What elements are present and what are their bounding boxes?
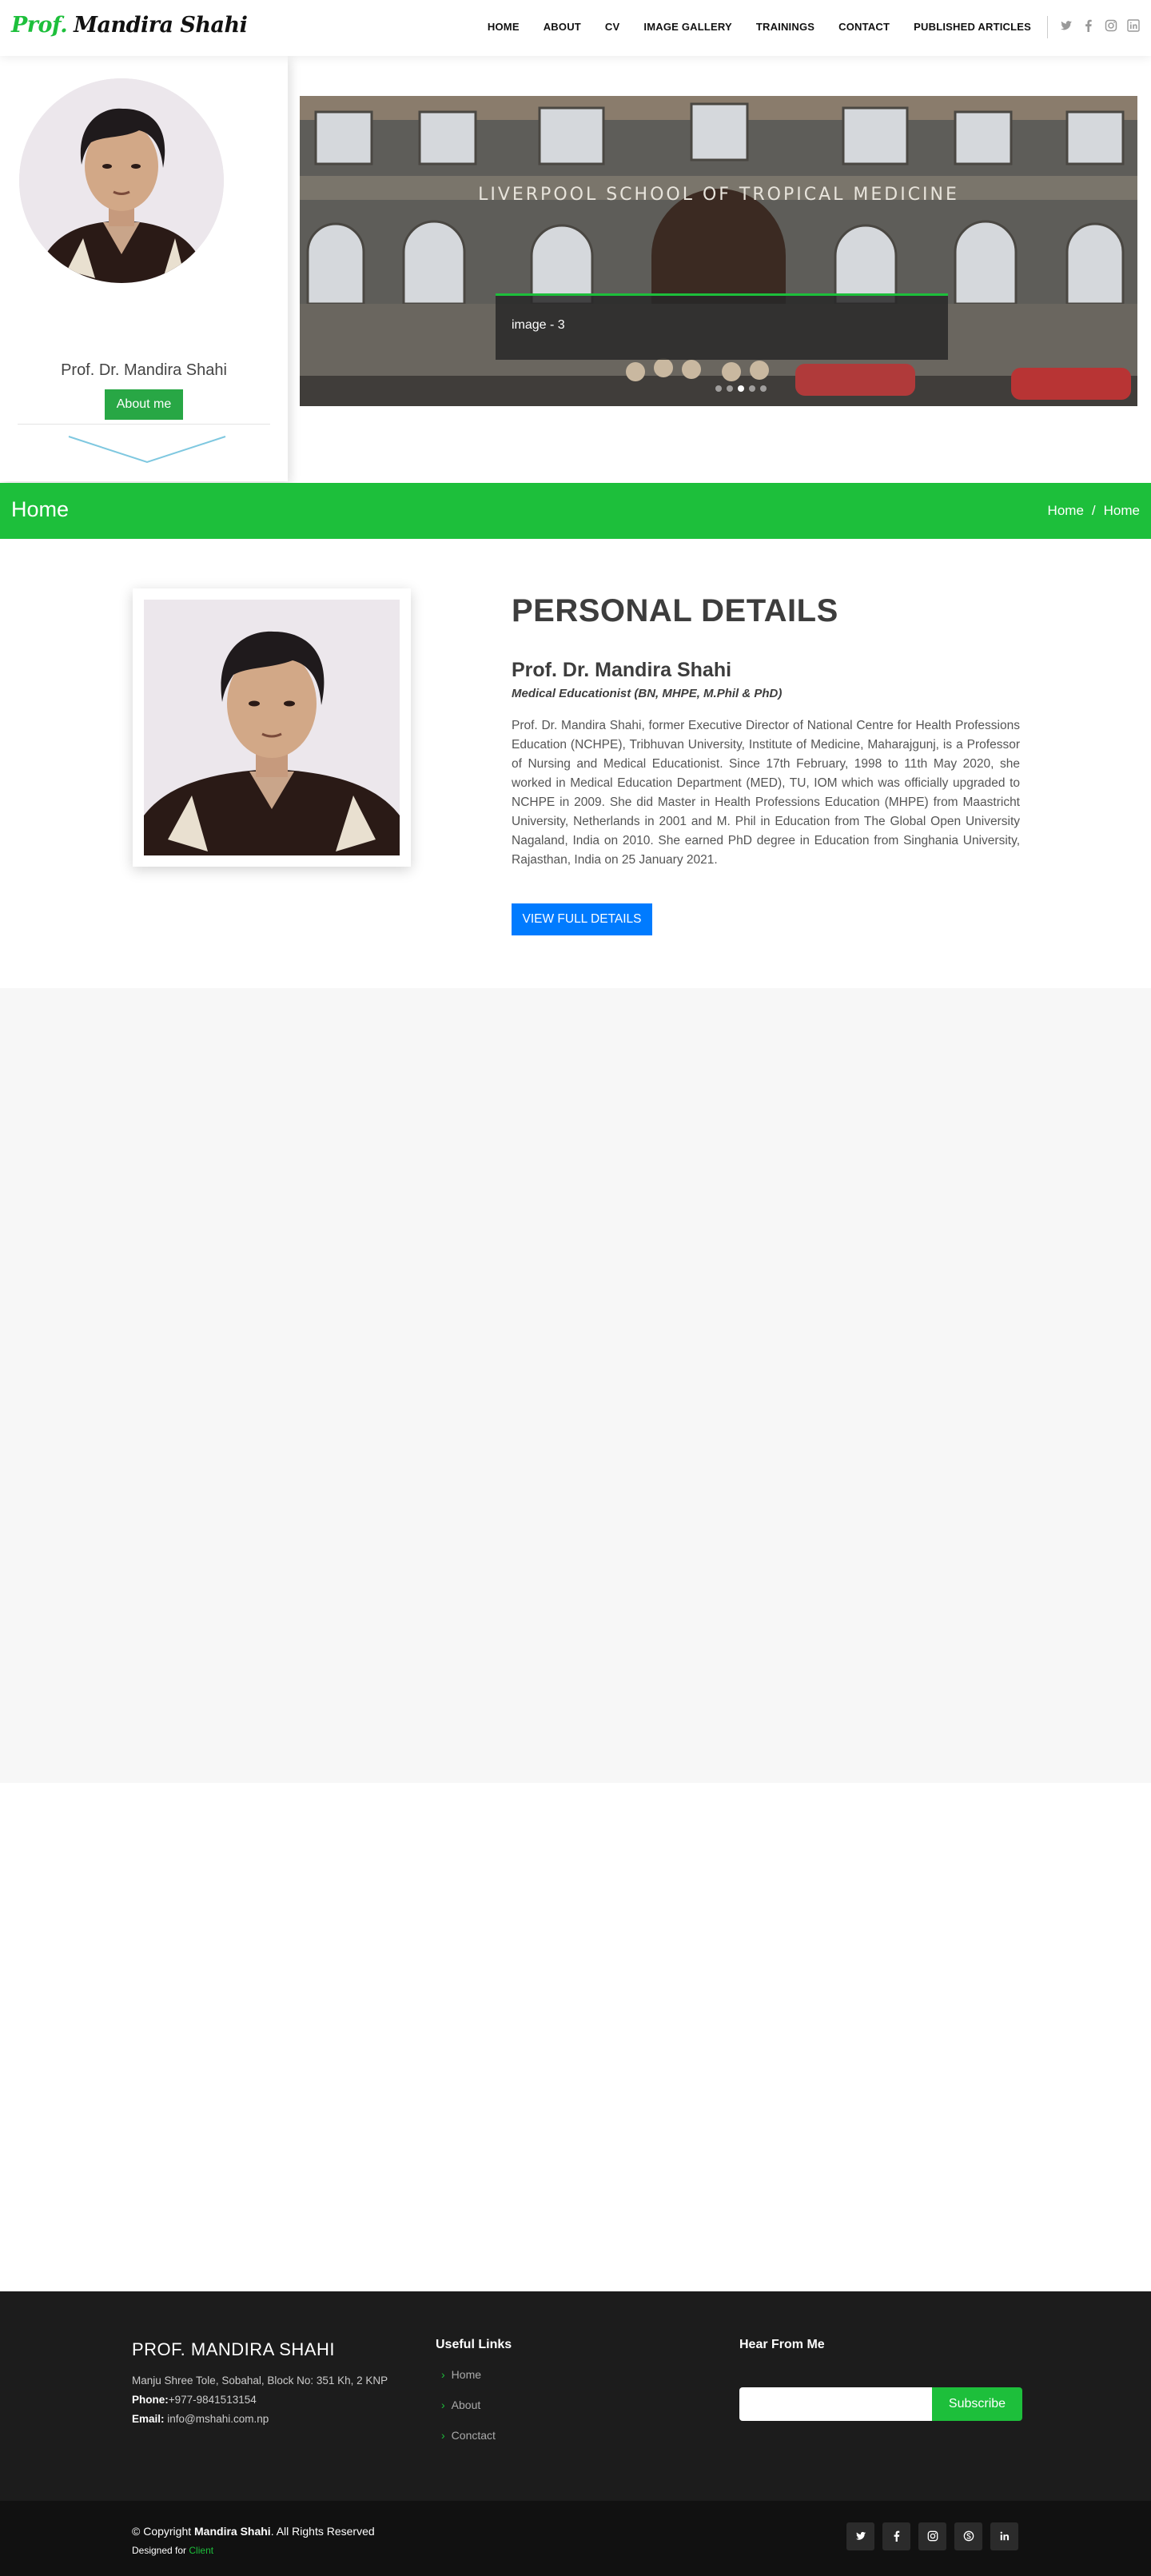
designed-prefix: Designed for xyxy=(132,2545,187,2556)
slider-caption: image - 3 xyxy=(496,293,948,360)
instagram-icon[interactable] xyxy=(1105,19,1117,32)
footer-email[interactable]: info@mshahi.com.np xyxy=(167,2413,269,2425)
nav-published-articles[interactable]: PUBLISHED ARTICLES xyxy=(914,21,1031,33)
about-me-button[interactable]: About me xyxy=(105,389,183,420)
copyright-prefix: © Copyright xyxy=(132,2525,192,2538)
logo-prefix: Prof. xyxy=(11,13,68,38)
slider-dot[interactable] xyxy=(715,385,722,392)
slider-dots xyxy=(715,385,767,392)
skype-icon[interactable] xyxy=(954,2522,982,2550)
portrait-photo xyxy=(144,600,400,855)
portrait-frame xyxy=(133,588,411,867)
content-section xyxy=(0,988,1151,1783)
instagram-icon[interactable] xyxy=(918,2522,946,2550)
logo-name: Mandira Shahi xyxy=(74,13,248,38)
copyright-name: Mandira Shahi xyxy=(194,2525,271,2538)
hear-from-me-title: Hear From Me xyxy=(739,2338,825,2351)
image-slider[interactable]: LIVERPOOL SCHOOL OF TROPICAL MEDICINE im… xyxy=(300,96,1137,406)
personal-name: Prof. Dr. Mandira Shahi xyxy=(512,659,732,681)
nav-divider xyxy=(1047,16,1048,38)
nav-image-gallery[interactable]: IMAGE GALLERY xyxy=(643,21,731,33)
nav-cv[interactable]: CV xyxy=(605,21,619,33)
profile-card: Prof. Dr. Mandira Shahi About me xyxy=(0,56,288,481)
slider-dot[interactable] xyxy=(749,385,755,392)
profile-name: Prof. Dr. Mandira Shahi xyxy=(61,361,227,379)
main-nav: HOME ABOUT CV IMAGE GALLERY TRAININGS CO… xyxy=(488,21,1031,33)
footer-link-contact[interactable]: Conctact xyxy=(452,2429,496,2442)
personal-bio: Prof. Dr. Mandira Shahi, former Executiv… xyxy=(512,719,1020,867)
copyright-text: © Copyright Mandira Shahi. All Rights Re… xyxy=(132,2525,375,2538)
footer-link-home[interactable]: Home xyxy=(452,2368,481,2381)
chevron-down-icon xyxy=(68,436,226,464)
facebook-icon[interactable] xyxy=(1082,19,1095,32)
chevron-right-icon: › xyxy=(441,2429,445,2442)
footer-contact: Manju Shree Tole, Sobahal, Block No: 351… xyxy=(132,2371,388,2429)
footer-link-about[interactable]: About xyxy=(452,2399,481,2411)
copyright-suffix: . All Rights Reserved xyxy=(270,2525,375,2538)
useful-links-title: Useful Links xyxy=(436,2338,512,2351)
site-header: Prof. Mandira Shahi HOME ABOUT CV IMAGE G… xyxy=(0,0,1151,56)
chevron-right-icon: › xyxy=(441,2368,445,2381)
breadcrumb-home[interactable]: Home xyxy=(1048,503,1084,519)
page-title-bar: Home Home / Home xyxy=(0,483,1151,539)
footer-address: Manju Shree Tole, Sobahal, Block No: 351… xyxy=(132,2375,388,2387)
copyright-bar: © Copyright Mandira Shahi. All Rights Re… xyxy=(0,2501,1151,2576)
building-sign: LIVERPOOL SCHOOL OF TROPICAL MEDICINE xyxy=(478,185,959,205)
chevron-right-icon: › xyxy=(441,2399,445,2411)
site-logo[interactable]: Prof. Mandira Shahi xyxy=(11,13,248,38)
caption-text: image - 3 xyxy=(512,318,565,332)
twitter-icon[interactable] xyxy=(1060,19,1073,32)
linkedin-icon[interactable] xyxy=(990,2522,1018,2550)
twitter-icon[interactable] xyxy=(846,2522,874,2550)
breadcrumb: Home / Home xyxy=(1048,503,1140,519)
linkedin-icon[interactable] xyxy=(1127,19,1140,32)
subscribe-button[interactable]: Subscribe xyxy=(932,2387,1022,2421)
slider-dot[interactable] xyxy=(760,385,767,392)
personal-role: Medical Educationist (BN, MHPE, M.Phil &… xyxy=(512,687,783,700)
divider xyxy=(18,424,270,425)
footer-social xyxy=(846,2522,1018,2550)
nav-trainings[interactable]: TRAININGS xyxy=(756,21,814,33)
phone-label: Phone: xyxy=(132,2394,169,2406)
footer-brand: PROF. MANDIRA SHAHI xyxy=(132,2339,335,2359)
slider-dot[interactable] xyxy=(727,385,733,392)
nav-about[interactable]: ABOUT xyxy=(544,21,581,33)
view-full-details-button[interactable]: VIEW FULL DETAILS xyxy=(512,903,652,935)
newsletter-email-input[interactable] xyxy=(739,2387,932,2421)
useful-links: › Home › About › Conctact xyxy=(441,2368,496,2459)
slider-dot-active[interactable] xyxy=(738,385,744,392)
header-social xyxy=(1060,19,1140,32)
client-link[interactable]: Client xyxy=(189,2545,213,2556)
breadcrumb-current: Home xyxy=(1103,503,1140,518)
page-title: Home xyxy=(11,497,70,521)
email-label: Email: xyxy=(132,2413,165,2425)
facebook-icon[interactable] xyxy=(882,2522,910,2550)
profile-avatar xyxy=(19,78,224,283)
breadcrumb-separator: / xyxy=(1091,503,1096,518)
designed-for: Designed for Client xyxy=(132,2545,213,2556)
nav-home[interactable]: HOME xyxy=(488,21,520,33)
site-footer: PROF. MANDIRA SHAHI Manju Shree Tole, So… xyxy=(0,2291,1151,2501)
nav-contact[interactable]: CONTACT xyxy=(838,21,890,33)
footer-phone: +977-9841513154 xyxy=(168,2394,257,2406)
personal-details-heading: PERSONAL DETAILS xyxy=(512,593,838,628)
